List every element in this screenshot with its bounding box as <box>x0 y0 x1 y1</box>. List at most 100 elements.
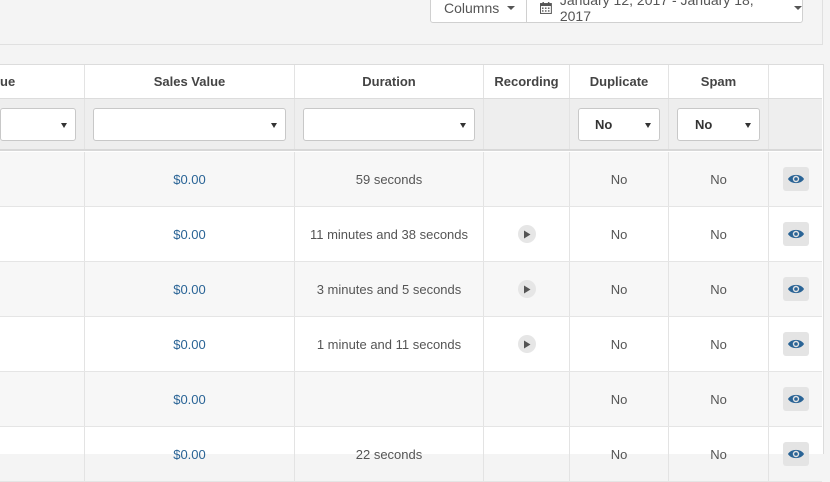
recording-cell <box>484 372 570 426</box>
spam-filter-select[interactable]: No <box>677 107 760 141</box>
table-row[interactable]: $0.00 59 seconds No No <box>0 152 822 207</box>
value-cell <box>0 262 85 316</box>
duration-cell <box>295 372 484 426</box>
duplicate-filter-select[interactable]: No <box>578 107 660 141</box>
value-cell <box>0 427 85 481</box>
filter-cell-actions <box>769 99 822 149</box>
filter-cell-sales-value <box>85 99 295 149</box>
chevron-down-icon <box>645 122 651 128</box>
value-cell <box>0 152 85 206</box>
play-recording-button[interactable] <box>517 225 536 243</box>
actions-cell <box>769 427 822 481</box>
view-call-button[interactable] <box>782 332 809 356</box>
sales-value-cell: $0.00 <box>85 372 295 426</box>
eye-icon <box>787 394 804 404</box>
play-icon <box>523 285 530 293</box>
filter-row: No No <box>0 99 822 151</box>
spam-cell: No <box>669 427 769 481</box>
recording-cell <box>484 427 570 481</box>
duration-cell: 11 minutes and 38 seconds <box>295 207 484 261</box>
calls-table: ue Sales Value Duration Recording Duplic… <box>0 64 824 482</box>
eye-icon <box>787 284 804 294</box>
value-filter-select[interactable] <box>0 107 76 141</box>
sales-value-cell: $0.00 <box>85 427 295 481</box>
duration-cell: 3 minutes and 5 seconds <box>295 262 484 316</box>
duplicate-cell: No <box>570 317 669 371</box>
table-row[interactable]: $0.00 3 minutes and 5 seconds No No <box>0 262 822 317</box>
chevron-down-icon <box>460 122 466 128</box>
filter-cell-spam: No <box>669 99 769 149</box>
filter-cell-recording <box>484 99 570 149</box>
columns-label: Columns <box>444 0 500 16</box>
filter-cell-duration <box>295 99 484 149</box>
sales-value-cell: $0.00 <box>85 317 295 371</box>
column-header-sales-value[interactable]: Sales Value <box>85 65 295 98</box>
column-header-spam[interactable]: Spam <box>669 65 769 98</box>
sales-value-cell: $0.00 <box>85 207 295 261</box>
column-header-actions <box>769 65 822 98</box>
actions-cell <box>769 207 822 261</box>
duplicate-cell: No <box>570 207 669 261</box>
chevron-down-icon <box>794 5 802 10</box>
play-recording-button[interactable] <box>517 280 536 298</box>
table-row[interactable]: $0.00 No No <box>0 372 822 427</box>
actions-cell <box>769 152 822 206</box>
spam-cell: No <box>669 152 769 206</box>
duration-cell: 59 seconds <box>295 152 484 206</box>
play-icon <box>523 340 530 348</box>
spam-cell: No <box>669 317 769 371</box>
duplicate-cell: No <box>570 152 669 206</box>
columns-button[interactable]: Columns <box>430 0 527 23</box>
table-row[interactable]: $0.00 11 minutes and 38 seconds No No <box>0 207 822 262</box>
chevron-down-icon <box>507 5 516 10</box>
duplicate-cell: No <box>570 372 669 426</box>
date-range-label: January 12, 2017 - January 18, 2017 <box>559 0 754 24</box>
duplicate-cell: No <box>570 262 669 316</box>
view-call-button[interactable] <box>782 387 809 411</box>
column-header-duration[interactable]: Duration <box>295 65 484 98</box>
eye-icon <box>787 174 804 184</box>
sales-value-cell: $0.00 <box>85 152 295 206</box>
value-cell <box>0 372 85 426</box>
toolbar: Columns January 12, 2017 - January 18, 2… <box>0 0 823 45</box>
sales-value-filter-select[interactable] <box>93 107 286 141</box>
spam-cell: No <box>669 372 769 426</box>
calendar-icon <box>540 1 552 14</box>
table-row[interactable]: $0.00 22 seconds No No <box>0 427 822 482</box>
eye-icon <box>787 449 804 459</box>
eye-icon <box>787 229 804 239</box>
duration-cell: 1 minute and 11 seconds <box>295 317 484 371</box>
recording-cell <box>484 317 570 371</box>
chevron-down-icon <box>271 122 277 128</box>
play-icon <box>523 230 530 238</box>
actions-cell <box>769 262 822 316</box>
view-call-button[interactable] <box>782 222 809 246</box>
recording-cell <box>484 207 570 261</box>
play-recording-button[interactable] <box>517 335 536 353</box>
column-header-duplicate[interactable]: Duplicate <box>570 65 669 98</box>
value-cell <box>0 317 85 371</box>
spam-filter-value: No <box>695 116 713 132</box>
recording-cell <box>484 262 570 316</box>
column-header-recording[interactable]: Recording <box>484 65 570 98</box>
filter-cell-duplicate: No <box>570 99 669 149</box>
eye-icon <box>787 339 804 349</box>
column-header-value[interactable]: ue <box>0 65 85 98</box>
view-call-button[interactable] <box>782 277 809 301</box>
chevron-down-icon <box>745 122 751 128</box>
actions-cell <box>769 317 822 371</box>
duplicate-filter-value: No <box>595 116 613 132</box>
view-call-button[interactable] <box>782 442 809 466</box>
spam-cell: No <box>669 207 769 261</box>
table-row[interactable]: $0.00 1 minute and 11 seconds No No <box>0 317 822 372</box>
chevron-down-icon <box>60 122 67 128</box>
duration-cell: 22 seconds <box>295 427 484 481</box>
duplicate-cell: No <box>570 427 669 481</box>
value-cell <box>0 207 85 261</box>
sales-value-cell: $0.00 <box>85 262 295 316</box>
table-header: ue Sales Value Duration Recording Duplic… <box>0 65 822 99</box>
date-range-button[interactable]: January 12, 2017 - January 18, 2017 <box>526 0 803 24</box>
view-call-button[interactable] <box>782 167 809 191</box>
filter-cell-value <box>0 99 85 149</box>
duration-filter-select[interactable] <box>303 107 475 141</box>
